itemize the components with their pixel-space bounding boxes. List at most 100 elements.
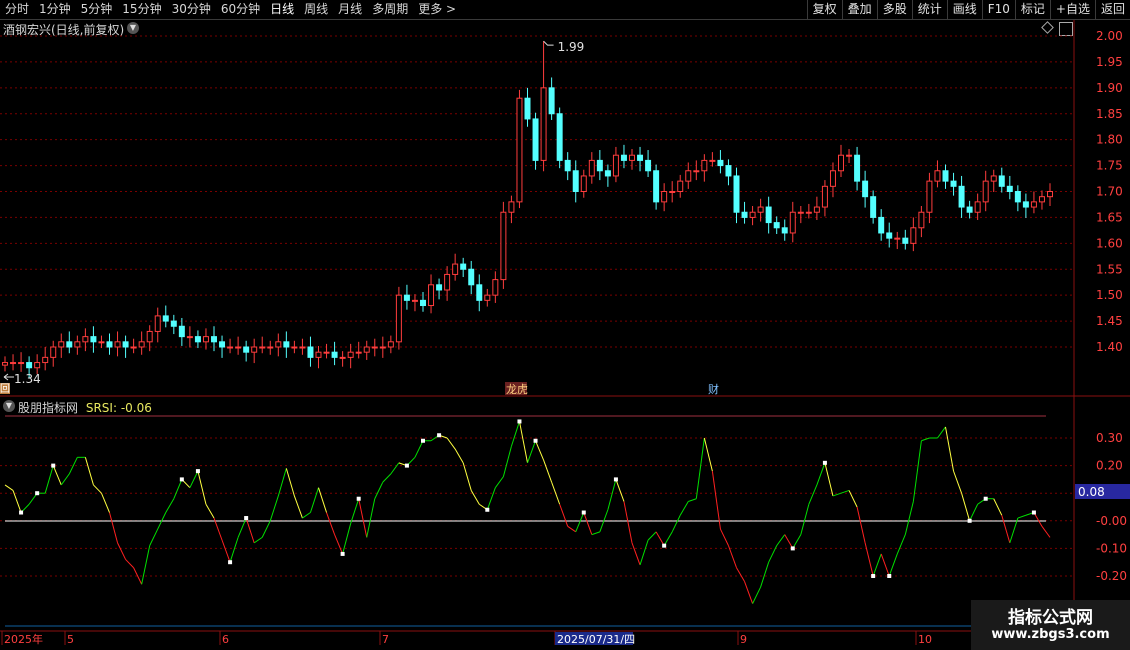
candle-body-48	[387, 341, 394, 348]
date-label-6: 10	[918, 633, 932, 646]
date-label-5: 9	[740, 633, 747, 646]
candle-body-130	[1047, 191, 1053, 198]
candle-body-59	[476, 284, 483, 301]
candle-body-99	[797, 211, 804, 214]
candle-body-23	[186, 336, 193, 339]
srsi-segment-114	[912, 440, 922, 502]
indicator-name: 股朋指标网	[18, 401, 79, 415]
candle-body-77	[620, 154, 627, 161]
candle-body-16	[130, 346, 137, 349]
ind-tick-4: -0.10	[1096, 541, 1127, 555]
candle-body-84	[677, 180, 684, 192]
candle-body-28	[227, 346, 234, 349]
srsi-segment-47	[374, 481, 384, 499]
srsi-segment-81	[647, 531, 657, 541]
srsi-segment-2	[12, 490, 22, 513]
srsi-segment-21	[165, 498, 175, 513]
srsi-marker-82	[662, 543, 667, 548]
candle-body-86	[693, 170, 700, 173]
srsi-segment-14	[109, 512, 119, 544]
candle-body-90	[725, 165, 732, 177]
candle-body-68	[548, 87, 555, 115]
candle-body-111	[894, 237, 901, 240]
candle-body-73	[588, 159, 595, 177]
candle-body-54	[436, 284, 443, 291]
candle-body-100	[805, 211, 812, 214]
srsi-segment-44	[350, 498, 360, 524]
ind-tick-3: -0.00	[1096, 514, 1127, 528]
srsi-segment-74	[591, 531, 601, 536]
candle-body-11	[90, 336, 97, 343]
candle-body-104	[838, 154, 844, 172]
srsi-segment-111	[888, 553, 898, 577]
candle-body-112	[902, 237, 909, 244]
srsi-segment-8	[60, 473, 70, 486]
srsi-segment-125	[1001, 515, 1011, 544]
candle-body-109	[878, 216, 885, 234]
srsi-segment-80	[639, 539, 649, 566]
srsi-segment-24	[189, 470, 199, 488]
price-tick-3: 1.85	[1096, 107, 1123, 121]
candle-body-51	[411, 299, 418, 302]
candle-body-118	[950, 180, 957, 187]
srsi-segment-29	[229, 537, 239, 563]
candle-body-128	[1030, 201, 1037, 208]
candle-body-114	[918, 211, 925, 229]
candle-body-32	[259, 346, 266, 349]
chart-canvas: 2.00 1.95 1.90 1.85 1.80 1.75 1.70 1.65 1.60 1.55…	[0, 20, 1130, 650]
ind-tick-1: 0.20	[1096, 459, 1123, 473]
srsi-segment-48	[382, 473, 392, 483]
candle-body-7	[58, 341, 65, 348]
candle-body-0	[2, 362, 8, 366]
srsi-segment-42	[334, 534, 344, 555]
candle-body-63	[508, 201, 515, 213]
srsi-segment-6	[44, 465, 54, 494]
srsi-segment-101	[808, 484, 818, 505]
price-tick-11: 1.45	[1096, 314, 1123, 328]
candle-body-117	[942, 170, 949, 182]
candle-body-93	[749, 211, 756, 218]
candle-body-41	[331, 351, 338, 358]
srsi-segment-57	[454, 448, 464, 464]
price-tick-9: 1.55	[1096, 262, 1123, 276]
srsi-segment-94	[752, 586, 762, 604]
srsi-segment-40	[318, 487, 328, 513]
date-label-0: 2025年	[4, 632, 43, 646]
chevron-down-icon[interactable]: ▼	[3, 400, 15, 412]
high-label: 1.99	[558, 40, 585, 54]
srsi-segment-66	[527, 440, 537, 464]
candle-body-3	[26, 362, 33, 369]
candle-body-38	[307, 346, 314, 358]
candle-body-53	[428, 284, 435, 307]
srsi-segment-61	[486, 487, 496, 510]
candle-body-49	[395, 294, 402, 343]
srsi-segment-32	[253, 536, 263, 544]
srsi-marker-76	[613, 477, 618, 482]
candle-body-107	[862, 180, 869, 198]
candle-body-82	[661, 191, 668, 203]
srsi-segment-100	[800, 504, 810, 535]
candle-body-115	[926, 180, 933, 213]
srsi-segment-56	[446, 437, 456, 450]
candle-body-27	[219, 341, 226, 348]
srsi-segment-120	[961, 493, 971, 521]
srsi-segment-108	[864, 542, 874, 577]
candle-body-58	[468, 268, 475, 286]
candle-body-1	[10, 362, 17, 365]
srsi-segment-95	[760, 562, 770, 588]
srsi-segment-83	[663, 531, 673, 546]
candle-body-24	[194, 336, 201, 343]
candle-body-91	[733, 175, 740, 213]
candle-body-31	[251, 346, 258, 353]
srsi-segment-41	[326, 512, 336, 535]
price-tick-12: 1.40	[1096, 340, 1123, 354]
srsi-segment-70	[559, 504, 569, 527]
low-label: 1.34	[14, 372, 41, 386]
candle-body-72	[580, 175, 587, 192]
srsi-segment-97	[776, 534, 786, 546]
candle-body-102	[821, 185, 828, 208]
candle-body-9	[74, 341, 81, 348]
candle-body-106	[854, 154, 861, 182]
candle-body-110	[886, 232, 893, 239]
high-marker	[543, 40, 554, 46]
